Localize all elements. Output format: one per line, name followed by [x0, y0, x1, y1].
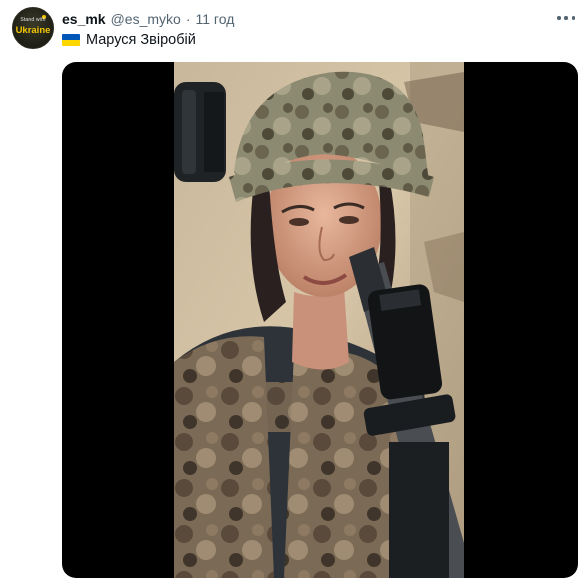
timestamp[interactable]: 11 год [196, 11, 235, 27]
avatar-badge-text-small: Stand with [20, 17, 46, 23]
avatar-badge-text-big: Ukraine [15, 25, 51, 36]
display-name[interactable]: es_mk [62, 11, 106, 27]
tweet[interactable]: Stand with Ukraine es_mk @es_myko · 11 г… [0, 0, 586, 587]
avatar[interactable]: Stand with Ukraine [12, 7, 54, 49]
more-icon[interactable] [555, 9, 577, 27]
tweet-media[interactable] [62, 62, 578, 578]
photo [174, 62, 464, 578]
ukraine-flag-icon [62, 34, 80, 46]
tweet-header: es_mk @es_myko · 11 год [62, 10, 234, 28]
tweet-text: Маруся Звіробій [62, 30, 196, 50]
separator: · [185, 11, 191, 27]
user-handle[interactable]: @es_myko [111, 11, 181, 27]
tweet-text-content: Маруся Звіробій [86, 32, 196, 48]
